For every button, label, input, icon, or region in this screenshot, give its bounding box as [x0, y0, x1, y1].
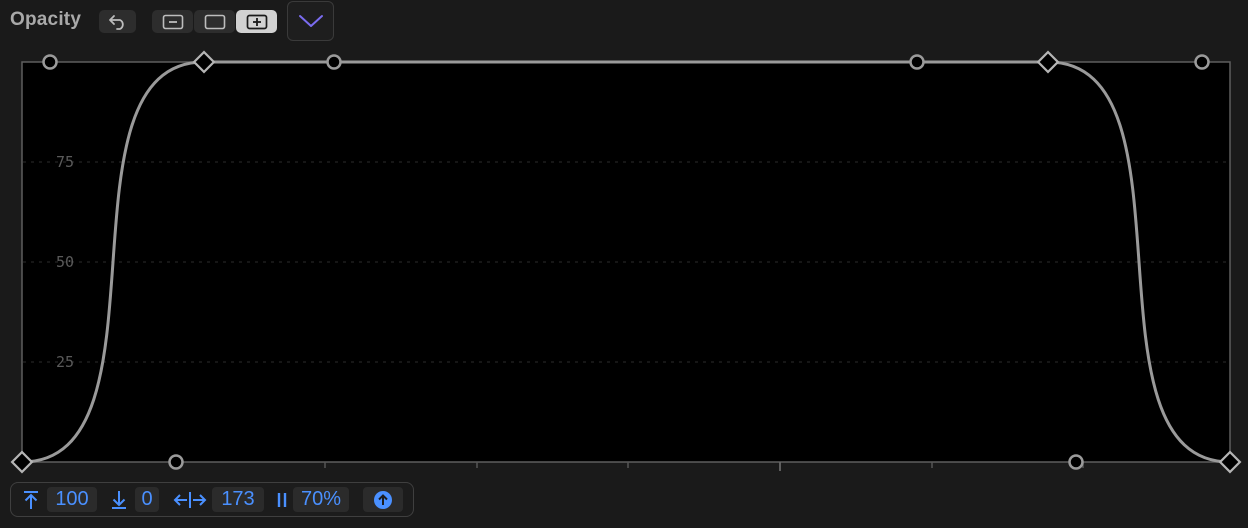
- y-axis-label-25: 25: [56, 353, 74, 371]
- y-axis-label-75: 75: [56, 153, 74, 171]
- curve-parameters-bar: 100 0 173 70%: [10, 482, 414, 517]
- min-value-field[interactable]: 0: [135, 487, 159, 512]
- curve-handle-point[interactable]: [1068, 454, 1084, 470]
- curve-handle-point[interactable]: [909, 54, 925, 70]
- curve-editor[interactable]: 75 50 25: [0, 0, 1248, 528]
- upload-circle-icon: [374, 490, 392, 509]
- curve-handle-point[interactable]: [168, 454, 184, 470]
- smoothness-value-field[interactable]: 70%: [293, 487, 349, 512]
- arrow-up-to-top-icon: [24, 491, 38, 509]
- curve-handle-point[interactable]: [326, 54, 342, 70]
- y-axis-label-50: 50: [56, 253, 74, 271]
- arrow-down-to-bottom-icon: [112, 491, 126, 509]
- horizontal-spread-icon: [173, 492, 207, 508]
- max-value-field[interactable]: 100: [47, 487, 97, 512]
- curve-handle-point[interactable]: [1194, 54, 1210, 70]
- width-value-field[interactable]: 173: [212, 487, 264, 512]
- pause-bars-icon: [277, 493, 287, 507]
- apply-button[interactable]: [363, 487, 403, 512]
- curve-handle-point[interactable]: [42, 54, 58, 70]
- x-axis-ticks: [173, 462, 1084, 471]
